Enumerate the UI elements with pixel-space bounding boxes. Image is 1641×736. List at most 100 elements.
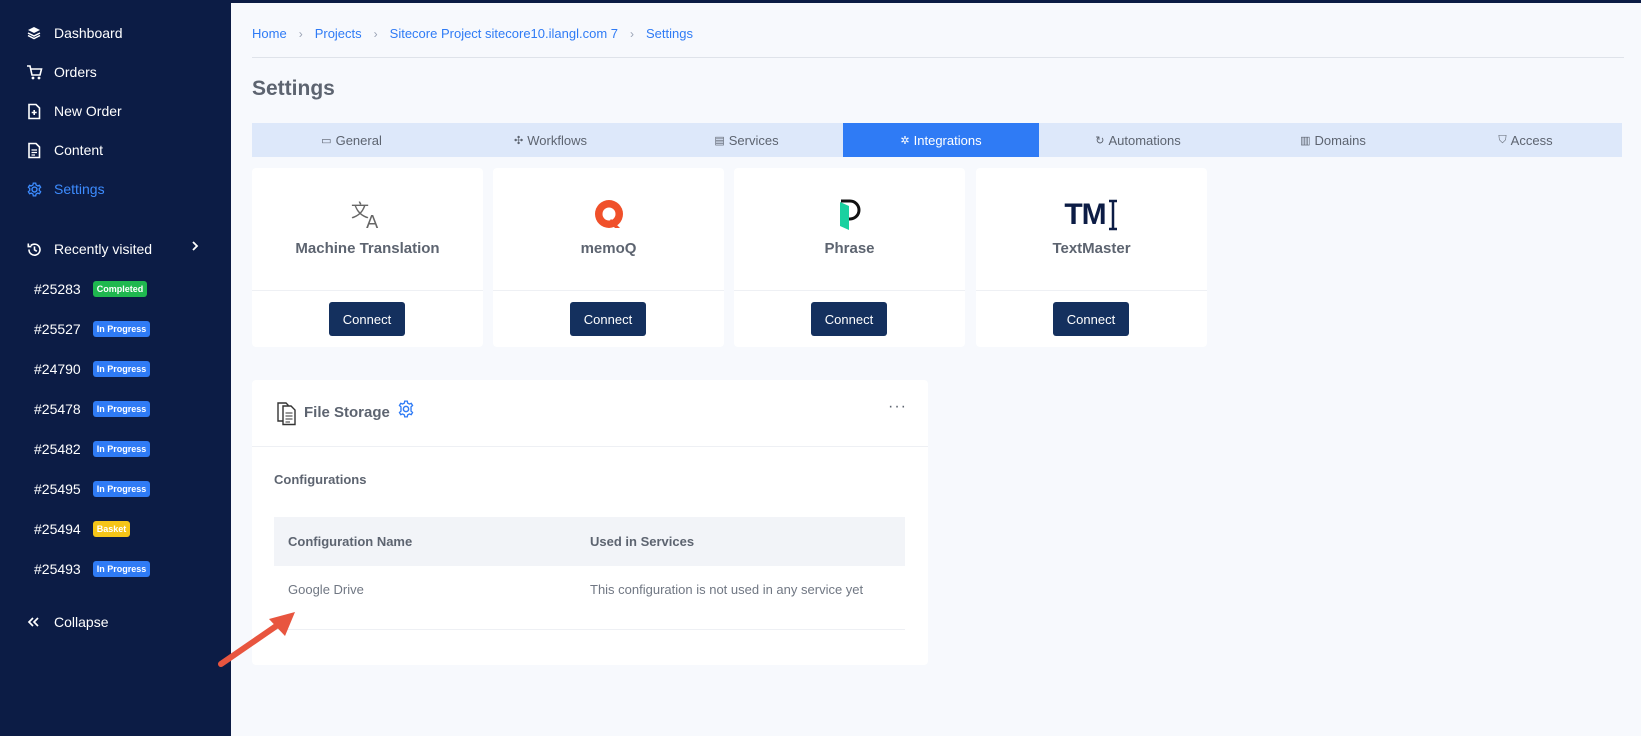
tab-access[interactable]: ⛉ Access (1429, 123, 1622, 157)
nav-new-order-label: New Order (54, 103, 122, 119)
recent-item-id: #25478 (34, 401, 81, 417)
card-divider (493, 290, 724, 291)
status-badge: In Progress (92, 321, 151, 337)
recent-item-id: #25527 (34, 321, 81, 337)
integration-card-memoq: memoQ Connect (493, 168, 724, 347)
table-header: Configuration Name Used in Services (274, 517, 905, 566)
top-border (0, 0, 1641, 3)
integration-card-textmaster: TM TextMaster Connect (976, 168, 1207, 347)
nav-dashboard-label: Dashboard (54, 25, 123, 41)
gear-icon[interactable] (397, 400, 415, 423)
tab-label: General (335, 132, 382, 148)
tab-label: Access (1510, 132, 1553, 148)
nav-orders-label: Orders (54, 64, 97, 80)
recent-item[interactable]: #24790 In Progress (34, 357, 151, 381)
recent-item[interactable]: #25494 Basket (34, 517, 131, 541)
status-badge: In Progress (92, 481, 151, 497)
nav-orders[interactable]: Orders (0, 54, 231, 90)
recent-item[interactable]: #25493 In Progress (34, 557, 151, 581)
page-title: Settings (252, 77, 335, 100)
recently-visited-toggle[interactable]: Recently visited (0, 231, 231, 267)
integration-card-machine-translation: 文A Machine Translation Connect (252, 168, 483, 347)
nav-settings[interactable]: Settings (0, 171, 231, 207)
nav-dashboard[interactable]: Dashboard (0, 15, 231, 51)
svg-text:A: A (366, 212, 379, 230)
recent-item[interactable]: #25482 In Progress (34, 437, 151, 461)
integration-name: Phrase (824, 240, 875, 257)
tab-label: Workflows (527, 132, 587, 148)
recent-item[interactable]: #25527 In Progress (34, 317, 151, 341)
nav-settings-label: Settings (54, 181, 105, 197)
file-storage-header: File Storage ··· (252, 380, 928, 447)
integration-name: memoQ (580, 240, 637, 257)
tab-general[interactable]: ▭ General (252, 123, 451, 157)
status-badge: Completed (92, 281, 148, 297)
nav-content[interactable]: Content (0, 132, 231, 168)
nav-content-label: Content (54, 142, 104, 158)
document-icon (24, 140, 44, 160)
cart-icon (24, 62, 44, 82)
card-divider (976, 290, 1207, 291)
tab-domains[interactable]: ▥ Domains (1237, 123, 1429, 157)
integration-name: TextMaster (1052, 240, 1131, 257)
card-divider (252, 290, 483, 291)
breadcrumb-projects[interactable]: Projects (315, 26, 362, 41)
connect-button[interactable]: Connect (811, 302, 887, 336)
refresh-icon: ↻ (1095, 134, 1105, 147)
recent-item-id: #25283 (34, 281, 81, 297)
status-badge: Basket (92, 521, 131, 537)
breadcrumb-separator: › (298, 26, 303, 41)
gear-icon (24, 179, 44, 199)
collapse-button[interactable]: Collapse (0, 604, 231, 640)
tab-integrations[interactable]: ✲ Integrations (843, 123, 1039, 157)
building-icon: ▥ (1300, 134, 1311, 147)
recent-item[interactable]: #25283 Completed (34, 277, 148, 301)
tab-automations[interactable]: ↻ Automations (1039, 123, 1237, 157)
nav-new-order[interactable]: New Order (0, 93, 231, 129)
breadcrumb-settings[interactable]: Settings (646, 26, 693, 41)
recent-item[interactable]: #25495 In Progress (34, 477, 151, 501)
tab-label: Integrations (913, 132, 982, 148)
breadcrumb-separator: › (373, 26, 378, 41)
configurations-heading: Configurations (274, 472, 367, 487)
tab-services[interactable]: ▤ Services (650, 123, 843, 157)
recent-item-id: #25495 (34, 481, 81, 497)
server-icon: ▤ (714, 134, 725, 147)
file-plus-icon (24, 101, 44, 121)
window-icon: ▭ (321, 134, 332, 147)
tab-label: Automations (1108, 132, 1181, 148)
breadcrumb-home[interactable]: Home (252, 26, 287, 41)
breadcrumb: Home › Projects › Sitecore Project sitec… (252, 26, 693, 41)
double-chevron-left-icon (24, 612, 44, 632)
recent-item[interactable]: #25478 In Progress (34, 397, 151, 421)
breadcrumb-project[interactable]: Sitecore Project sitecore10.ilangl.com 7 (390, 26, 618, 41)
layers-icon (24, 23, 44, 43)
history-icon (24, 239, 44, 259)
connect-button[interactable]: Connect (570, 302, 646, 336)
recent-item-id: #25494 (34, 521, 81, 537)
integration-card-phrase: Phrase Connect (734, 168, 965, 347)
annotation-arrow-icon (218, 612, 295, 667)
configuration-name-cell: Google Drive (288, 582, 364, 597)
phrase-logo-icon (734, 196, 965, 234)
puzzle-icon: ✲ (900, 134, 910, 147)
tab-label: Domains (1314, 132, 1366, 148)
column-header: Used in Services (590, 534, 695, 549)
connect-button[interactable]: Connect (1053, 302, 1129, 336)
more-options-icon[interactable]: ··· (888, 398, 907, 416)
connect-button[interactable]: Connect (329, 302, 405, 336)
recent-item-id: #25493 (34, 561, 81, 577)
shield-icon: ⛉ (1498, 133, 1507, 146)
file-storage-panel: File Storage ··· Configurations Configur… (252, 380, 928, 665)
table-row[interactable]: Google Drive This configuration is not u… (274, 566, 905, 630)
tab-workflows[interactable]: ✣ Workflows (451, 123, 650, 157)
recently-visited-label: Recently visited (54, 241, 153, 257)
breadcrumb-separator: › (630, 26, 634, 41)
breadcrumb-divider (252, 57, 1624, 58)
sidebar: Dashboard Orders New Order Content Setti… (0, 0, 231, 736)
memoq-logo-icon (493, 196, 724, 234)
status-badge: In Progress (92, 361, 151, 377)
file-storage-title: File Storage (304, 404, 390, 421)
chevron-right-icon (190, 239, 200, 256)
tab-label: Services (728, 132, 779, 148)
